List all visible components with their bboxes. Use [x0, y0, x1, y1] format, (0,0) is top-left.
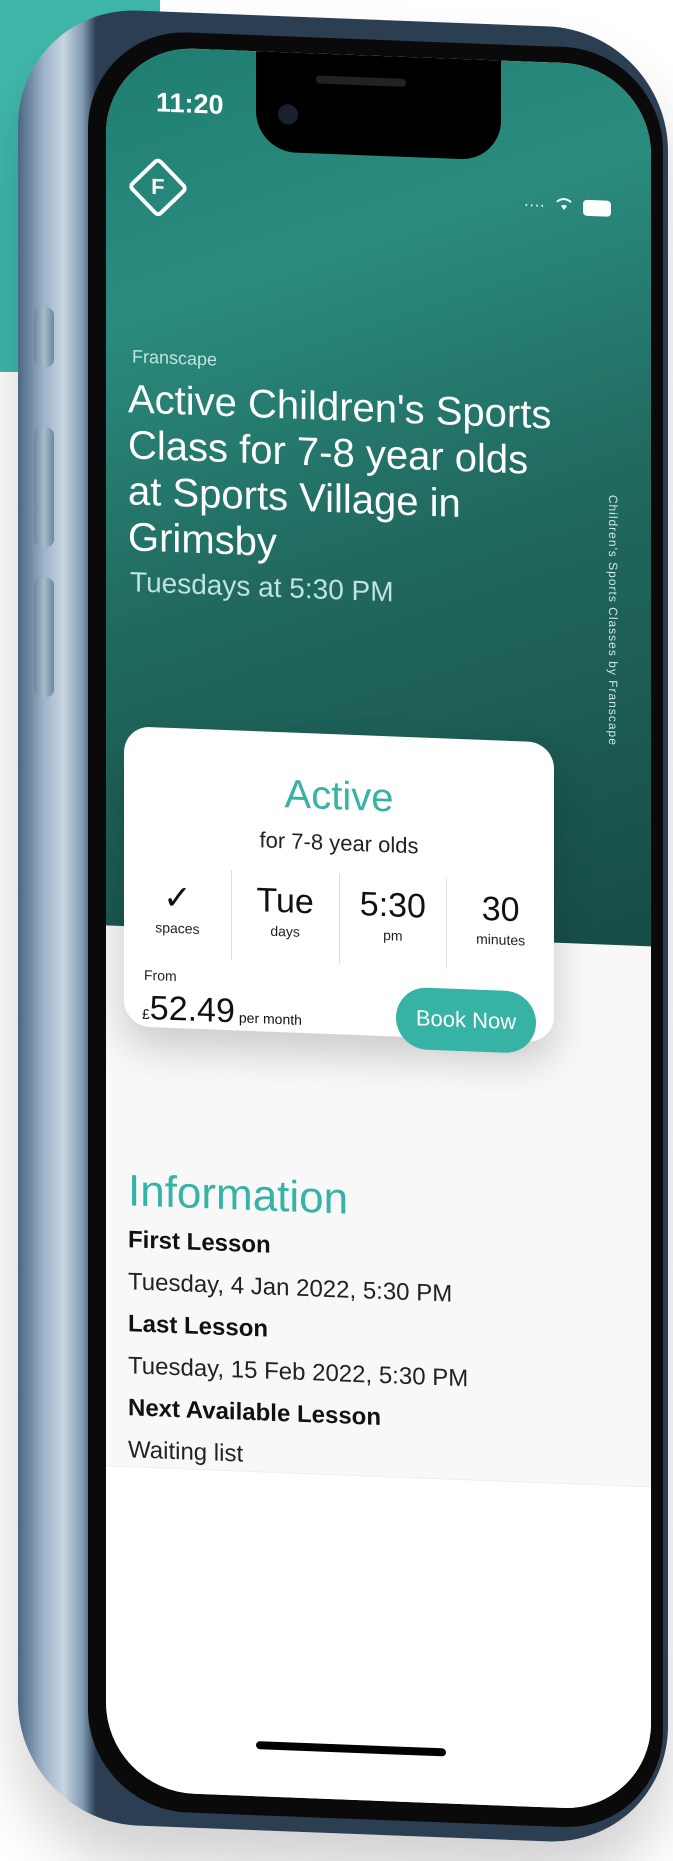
class-schedule: Tuesdays at 5:30 PM [130, 566, 394, 608]
stat-days: Tue days [231, 870, 340, 965]
stat-spaces: ✓ spaces [124, 866, 232, 961]
information-list: First Lesson Tuesday, 4 Jan 2022, 5:30 P… [128, 1226, 608, 1496]
bottom-bar [106, 1465, 651, 1812]
price: £52.49 per month [142, 989, 302, 1034]
stat-label: minutes [476, 930, 526, 949]
price-period: per month [238, 1009, 302, 1028]
stat-time: 5:30 pm [339, 874, 448, 969]
class-stats: ✓ spaces Tue days 5:30 pm 30 minutes [124, 866, 554, 973]
franscape-logo-icon[interactable]: F [126, 156, 190, 219]
stat-value: 5:30 [359, 885, 426, 926]
stat-value: Tue [256, 881, 314, 922]
signal-icon: ···· [523, 195, 545, 214]
info-value: Tuesday, 15 Feb 2022, 5:30 PM [128, 1352, 469, 1393]
price-amount: 52.49 [149, 989, 235, 1031]
wifi-icon [555, 197, 573, 217]
notch [256, 51, 501, 161]
info-label: Last Lesson [128, 1310, 269, 1343]
camera [278, 103, 298, 125]
info-value: Tuesday, 4 Jan 2022, 5:30 PM [128, 1268, 453, 1308]
volume-up-button [34, 426, 54, 548]
stat-label: pm [383, 927, 403, 944]
price-from-label: From [144, 966, 177, 985]
list-item: Last Lesson Tuesday, 15 Feb 2022, 5:30 P… [128, 1310, 608, 1398]
info-label: Next Available Lesson [128, 1394, 381, 1431]
volume-down-button [34, 576, 54, 698]
stat-label: days [270, 922, 300, 940]
stat-label: spaces [155, 919, 200, 937]
app-screen: 11:20 ···· F Franscape Active Children's… [106, 45, 651, 1812]
stat-duration: 30 minutes [447, 878, 554, 972]
info-label: First Lesson [128, 1226, 271, 1259]
currency-symbol: £ [142, 1005, 150, 1023]
stat-value: 30 [481, 889, 520, 930]
mute-switch [34, 306, 54, 368]
check-icon: ✓ [163, 878, 192, 918]
class-summary-card: Active for 7-8 year olds ✓ spaces Tue da… [124, 726, 554, 1054]
card-subtitle: for 7-8 year olds [259, 827, 419, 859]
information-heading: Information [128, 1166, 349, 1224]
vertical-caption: Children's Sports Classes by Franscape [606, 494, 620, 747]
card-title: Active [284, 772, 394, 821]
list-item: First Lesson Tuesday, 4 Jan 2022, 5:30 P… [128, 1226, 608, 1314]
book-now-button[interactable]: Book Now [396, 986, 536, 1054]
brand-name: Franscape [132, 346, 218, 370]
phone-mockup: 11:20 ···· F Franscape Active Children's… [18, 6, 673, 1861]
class-title: Active Children's Sports Class for 7-8 y… [128, 377, 552, 565]
speaker [316, 75, 406, 87]
status-icons: ···· [524, 195, 611, 217]
battery-icon [583, 199, 611, 217]
status-time: 11:20 [156, 87, 224, 120]
